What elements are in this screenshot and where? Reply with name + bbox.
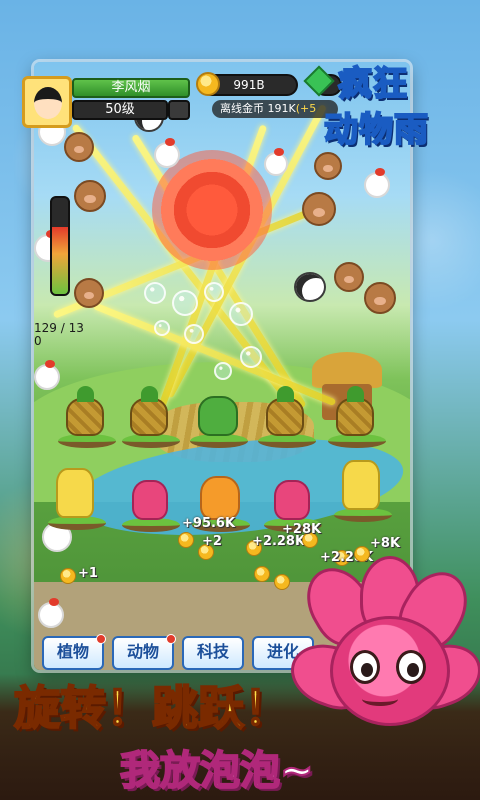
bubble[interactable] <box>172 290 198 316</box>
chicken-icon[interactable] <box>264 148 288 176</box>
spawn-counter-sub: 0 <box>34 334 42 348</box>
plant-platform <box>122 434 180 448</box>
bubble[interactable] <box>240 346 262 368</box>
tab-plants-label: 植物 <box>56 642 89 661</box>
energy-fill <box>52 226 68 294</box>
floating-gain: +8K <box>370 536 401 551</box>
floating-gain: +95.6K <box>182 516 236 531</box>
explosion-effect <box>152 150 272 270</box>
chicken-icon[interactable] <box>38 598 64 628</box>
offline-label: 离线金币 <box>220 102 264 115</box>
alert-dot-icon <box>166 634 176 644</box>
pineapple-plant[interactable] <box>130 386 168 436</box>
plant-platform <box>58 434 116 448</box>
chicken-icon[interactable] <box>34 360 60 390</box>
orange-plant[interactable] <box>200 476 240 520</box>
banana-plant[interactable] <box>56 468 94 518</box>
pig-icon[interactable] <box>74 278 104 308</box>
plant-platform <box>258 434 316 448</box>
plant-platform <box>48 516 106 530</box>
alert-dot-icon <box>96 634 106 644</box>
promo-slogan-1: 旋转！跳跃！ <box>13 680 291 736</box>
banana-plant[interactable] <box>342 460 380 510</box>
pig-icon[interactable] <box>74 180 106 212</box>
floating-gain: +2 <box>202 534 222 549</box>
cow-icon[interactable] <box>294 272 326 302</box>
pineapple-plant[interactable] <box>336 386 374 436</box>
player-level: 50级 <box>72 100 168 120</box>
promo-slogan-2: 我放泡泡~ <box>119 747 315 795</box>
chicken-icon[interactable] <box>154 138 180 168</box>
offline-value: 191K <box>267 102 296 115</box>
dragon-fruit-plant[interactable] <box>274 480 310 520</box>
pig-icon[interactable] <box>334 262 364 292</box>
floating-gain: +28K <box>282 522 322 537</box>
plant-platform <box>122 518 180 532</box>
bubble[interactable] <box>229 302 253 326</box>
pig-icon[interactable] <box>302 192 336 226</box>
offline-rate: (+5 <box>295 102 317 115</box>
spawn-counter: 129 / 13 0 <box>34 322 84 348</box>
tab-tech[interactable]: 科技 <box>182 636 244 670</box>
chicken-icon[interactable] <box>364 168 390 198</box>
level-action-button[interactable] <box>168 100 190 120</box>
plant-platform <box>190 434 248 448</box>
coin-icon[interactable] <box>254 566 270 582</box>
dragon-fruit-mascot <box>282 556 480 736</box>
bubble[interactable] <box>184 324 204 344</box>
coin-icon[interactable] <box>274 574 290 590</box>
coin-icon[interactable] <box>354 546 370 562</box>
player-name: 李风烟 <box>72 78 190 98</box>
logo-line-1: 疯狂 <box>337 63 408 105</box>
tab-tech-label: 科技 <box>196 642 229 661</box>
bubble[interactable] <box>214 362 232 380</box>
tab-animals[interactable]: 动物 <box>112 634 176 670</box>
dragon-fruit-plant[interactable] <box>132 480 168 520</box>
floating-gain: +1 <box>78 566 98 581</box>
bubble[interactable] <box>144 282 166 304</box>
tab-animals-label: 动物 <box>126 642 159 661</box>
gold-coin-icon <box>196 72 220 96</box>
bubble[interactable] <box>204 282 224 302</box>
pineapple-plant[interactable] <box>66 386 104 436</box>
bubble[interactable] <box>154 320 170 336</box>
plant-platform <box>334 508 392 522</box>
cactus-plant[interactable] <box>198 396 238 436</box>
avatar[interactable] <box>22 76 72 128</box>
player-panel[interactable]: 李风烟 50级 <box>18 76 190 132</box>
coin-icon[interactable] <box>178 532 194 548</box>
pig-icon[interactable] <box>364 282 396 314</box>
coin-icon[interactable] <box>60 568 76 584</box>
logo-line-2: 动物雨 <box>323 109 429 151</box>
plant-platform <box>328 434 386 448</box>
pig-icon[interactable] <box>64 132 94 162</box>
offline-gold-bar[interactable]: 离线金币 191K(+5 <box>212 100 338 118</box>
energy-meter <box>50 196 70 296</box>
pineapple-plant[interactable] <box>266 386 304 436</box>
tab-plants[interactable]: 植物 <box>42 634 106 670</box>
game-logo: 疯狂 动物雨 <box>323 52 474 160</box>
